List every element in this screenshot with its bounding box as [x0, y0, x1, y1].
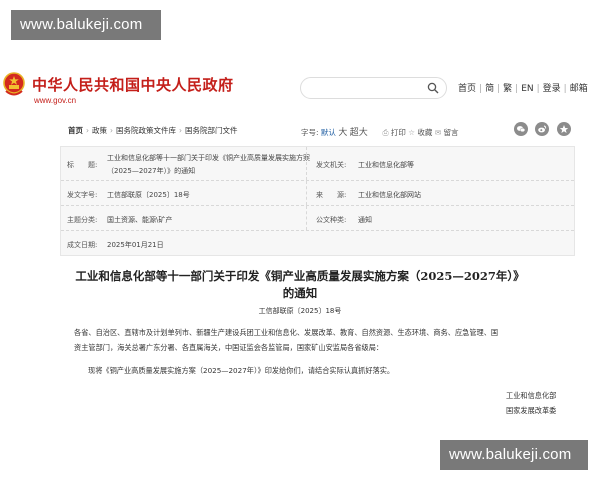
comment-icon[interactable]: ✉	[435, 128, 441, 137]
font-xlarge-button[interactable]: 超大	[350, 128, 368, 138]
breadcrumb-separator: ›	[86, 126, 89, 135]
site-header: 中华人民共和国中央人民政府 www.gov.cn 首页 | 简 | 繁 | EN | 登录 | 邮箱	[0, 64, 600, 114]
meta-doc-no-label: 发文字号:	[67, 191, 98, 199]
breadcrumb-policy[interactable]: 政策	[92, 126, 107, 135]
meta-doc-no: 工信部联原〔2025〕18号	[107, 191, 190, 199]
search-icon[interactable]	[427, 82, 439, 94]
document-metadata-table: 标 题: 工业和信息化部等十一部门关于印发《铜产业高质量发展实施方案 （2025…	[60, 146, 575, 256]
top-nav: 首页 | 简 | 繁 | EN | 登录 | 邮箱	[458, 81, 588, 94]
meta-topic: 国土资源、能源\矿产	[107, 216, 173, 224]
meta-row-date: 成文日期: 2025年01月21日	[61, 231, 574, 255]
nav-separator: |	[536, 84, 540, 94]
nav-separator: |	[479, 84, 483, 94]
qzone-icon[interactable]	[556, 122, 571, 136]
nav-login[interactable]: 登录	[543, 81, 561, 94]
nav-separator: |	[563, 84, 567, 94]
paragraph-1-line-2: 资主管部门，海关总署广东分署、各直属海关，中国证监会各监管局，国家矿山安监局各省…	[74, 343, 384, 352]
meta-issuer-label: 发文机关:	[316, 161, 347, 169]
meta-title-line1: 工业和信息化部等十一部门关于印发《铜产业高质量发展实施方案	[107, 154, 310, 162]
meta-title-line2: （2025—2027年）》的通知	[107, 167, 196, 175]
site-url: www.gov.cn	[34, 96, 77, 105]
nav-traditional[interactable]: 繁	[503, 81, 512, 94]
document-body-paragraph-2: 现将《铜产业高质量发展实施方案（2025—2027年）》印发给你们，请结合实际认…	[88, 366, 395, 375]
font-large-button[interactable]: 大	[338, 128, 347, 138]
document-title-line2: 的通知	[282, 286, 318, 300]
paragraph-1-line-1: 各省、自治区、直辖市及计划单列市、新疆生产建设兵团工业和信息化、发展改革、教育、…	[74, 328, 499, 337]
signatory-1: 工业和信息化部	[506, 391, 557, 400]
share-icons	[509, 122, 571, 136]
meta-row-title: 标 题: 工业和信息化部等十一部门关于印发《铜产业高质量发展实施方案 （2025…	[61, 147, 574, 181]
breadcrumb-separator: ›	[179, 126, 182, 135]
meta-type-label: 公文种类:	[316, 216, 347, 224]
document-number: 工信部联原〔2025〕18号	[258, 307, 342, 315]
document-title: 工业和信息化部等十一部门关于印发《铜产业高质量发展实施方案（2025—2027年…	[60, 268, 540, 302]
breadcrumb-separator: ›	[110, 126, 113, 135]
nav-separator: |	[497, 84, 501, 94]
watermark-top: www.balukeji.com	[11, 10, 161, 40]
breadcrumb-bar: 首页 › 政策 › 国务院政策文件库 › 国务院部门文件 字号: 默认 大 超大 ⎙ 打印 …	[64, 121, 574, 139]
meta-source-label: 来 源:	[316, 191, 347, 199]
meta-issuer: 工业和信息化部等	[358, 161, 414, 169]
nav-separator: |	[515, 84, 519, 94]
nav-english[interactable]: EN	[521, 84, 533, 94]
meta-date-label: 成文日期:	[67, 241, 98, 249]
print-button[interactable]: 打印	[391, 128, 406, 137]
font-size-label: 字号:	[301, 128, 319, 137]
meta-date: 2025年01月21日	[107, 241, 164, 249]
document-title-line1: 工业和信息化部等十一部门关于印发《铜产业高质量发展实施方案（2025—2027年…	[75, 269, 525, 283]
meta-divider	[306, 147, 307, 180]
site-title[interactable]: 中华人民共和国中央人民政府	[32, 74, 234, 95]
watermark-bottom: www.balukeji.com	[440, 440, 588, 470]
comment-button[interactable]: 留言	[444, 128, 459, 137]
nav-home[interactable]: 首页	[458, 81, 476, 94]
breadcrumb-department-docs[interactable]: 国务院部门文件	[185, 126, 238, 135]
print-icon[interactable]: ⎙	[383, 128, 389, 137]
weibo-icon[interactable]	[535, 122, 550, 136]
nav-mail[interactable]: 邮箱	[570, 81, 588, 94]
font-default-button[interactable]: 默认	[321, 128, 336, 137]
article-tools: 字号: 默认 大 超大 ⎙ 打印 ☆ 收藏 ✉ 留言	[301, 125, 459, 138]
search-input[interactable]	[300, 77, 447, 99]
meta-title-label: 标 题:	[67, 161, 98, 169]
nav-simplified[interactable]: 简	[485, 81, 494, 94]
meta-divider	[306, 181, 307, 205]
meta-topic-label: 主题分类:	[67, 216, 98, 224]
breadcrumb: 首页 › 政策 › 国务院政策文件库 › 国务院部门文件	[68, 125, 238, 136]
wechat-icon[interactable]	[514, 122, 528, 136]
meta-row-doc-no: 发文字号: 工信部联原〔2025〕18号 来 源: 工业和信息化部网站	[61, 181, 574, 206]
breadcrumb-home[interactable]: 首页	[68, 126, 83, 135]
meta-row-topic: 主题分类: 国土资源、能源\矿产 公文种类: 通知	[61, 206, 574, 231]
signatory-2: 国家发展改革委	[506, 406, 557, 415]
meta-type: 通知	[358, 216, 372, 224]
document-body-paragraph-1: 各省、自治区、直辖市及计划单列市、新疆生产建设兵团工业和信息化、发展改革、教育、…	[74, 325, 564, 355]
breadcrumb-policy-library[interactable]: 国务院政策文件库	[116, 126, 176, 135]
meta-source: 工业和信息化部网站	[358, 191, 421, 199]
favorite-button[interactable]: 收藏	[417, 128, 432, 137]
star-icon[interactable]: ☆	[408, 128, 415, 137]
national-emblem-icon[interactable]	[2, 72, 26, 98]
meta-divider	[306, 206, 307, 230]
